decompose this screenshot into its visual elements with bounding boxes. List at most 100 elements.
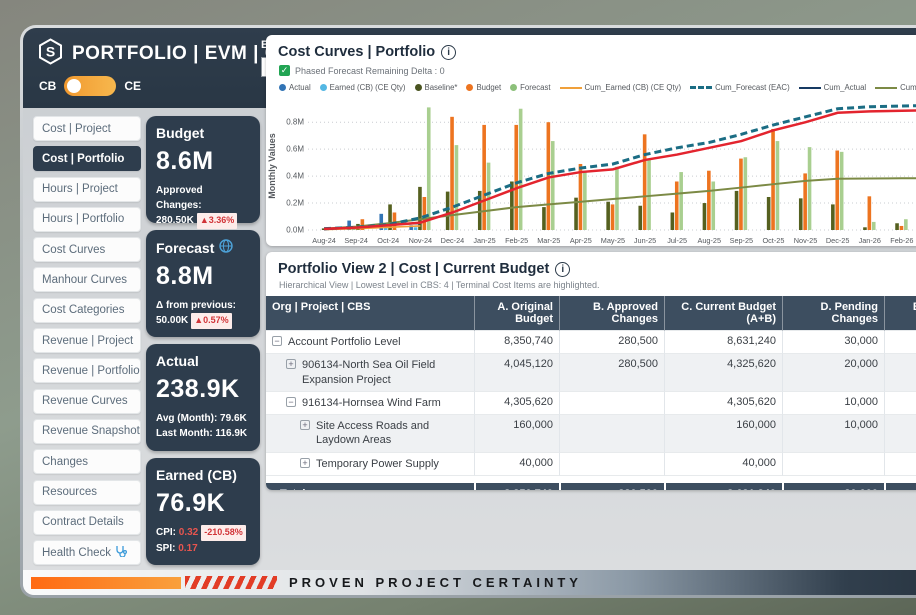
table-row[interactable]: −Account Portfolio Level8,350,740280,500… <box>266 331 916 354</box>
org-project-cbs-cell: −916134-Hornsea Wind Farm <box>266 392 474 415</box>
legend-item[interactable]: Cum_Forecast (EAC) <box>690 83 790 92</box>
chart-title: Cost Curves | Portfolio <box>278 44 435 60</box>
cost-curves-chart[interactable]: 0.0M0.2M0.4M0.6M0.8MMonthly ValuesAug-24… <box>266 96 916 246</box>
cb-ce-toggle[interactable] <box>64 76 116 96</box>
table-row[interactable]: +Site Access Roads and Laydown Areas160,… <box>266 415 916 453</box>
sidebar-item-label: Hours | Portfolio <box>42 213 124 225</box>
bar-forecast <box>840 152 844 230</box>
kpi-title: Actual <box>156 353 250 369</box>
legend-item[interactable]: Earned (CB) (CE Qty) <box>320 83 406 92</box>
collapse-icon[interactable]: − <box>286 397 296 407</box>
sidebar-item-hours-portfolio[interactable]: Hours | Portfolio <box>33 207 141 232</box>
footer-stripes <box>185 576 277 589</box>
legend-marker <box>690 86 712 89</box>
legend-label: Cum_Forecast (EAC) <box>715 83 790 92</box>
sidebar-item-health-check[interactable]: Health Check <box>33 540 141 565</box>
sidebar-nav: Cost | Project Cost | Portfolio Hours | Pr… <box>33 116 141 570</box>
sidebar-item-cost-curves[interactable]: Cost Curves <box>33 237 141 262</box>
table-row[interactable]: −916134-Hornsea Wind Farm4,305,6204,305,… <box>266 392 916 415</box>
bar-baseline- <box>735 191 739 230</box>
legend-item[interactable]: Cum_Earned (CB) (CE Qty) <box>560 83 682 92</box>
svg-text:Dec-24: Dec-24 <box>441 236 465 245</box>
svg-text:Aug-25: Aug-25 <box>697 236 721 245</box>
org-project-cbs-cell: + Site Access Roads and Laydown Areas <box>266 415 474 453</box>
bar-forecast <box>487 163 491 230</box>
bar-earned-cb-ce-qty- <box>414 227 418 230</box>
sidebar-item-cost-project[interactable]: Cost | Project <box>33 116 141 141</box>
sidebar-item-revenue-project[interactable]: Revenue | Project <box>33 328 141 353</box>
sidebar-item-changes[interactable]: Changes <box>33 449 141 474</box>
column-header: A. Original Budget <box>474 296 559 331</box>
legend-marker <box>799 87 821 89</box>
bar-baseline- <box>671 212 675 230</box>
checkbox-checked-icon[interactable]: ✓ <box>279 65 290 76</box>
legend-item[interactable]: Forecast <box>510 83 550 92</box>
footer-orange-bar <box>31 577 181 589</box>
kpi-delta-badge: ▲0.57% <box>191 313 231 329</box>
svg-text:Sep-24: Sep-24 <box>344 236 368 245</box>
svg-text:Sep-25: Sep-25 <box>730 236 754 245</box>
sidebar-item-hours-project[interactable]: Hours | Project <box>33 177 141 202</box>
sidebar-item-revenue-portfolio[interactable]: Revenue | Portfolio <box>33 358 141 383</box>
info-icon[interactable]: i <box>555 262 570 277</box>
legend-item[interactable]: Actual <box>279 83 311 92</box>
info-icon[interactable]: i <box>441 45 456 60</box>
expand-icon[interactable]: + <box>300 458 310 468</box>
approved-changes-cell <box>559 415 664 453</box>
legend-item[interactable]: Cum_Baseline* <box>875 83 916 92</box>
bar-budget <box>514 125 518 230</box>
svg-text:Jul-25: Jul-25 <box>667 236 687 245</box>
bar-baseline- <box>638 206 642 230</box>
bar-budget <box>739 159 743 230</box>
svg-text:0.2M: 0.2M <box>286 199 304 208</box>
sidebar-item-cost-portfolio[interactable]: Cost | Portfolio <box>33 146 141 171</box>
table-row[interactable]: +906134-North Sea Oil Field Expansion Pr… <box>266 354 916 392</box>
legend-item[interactable]: Budget <box>466 83 501 92</box>
sidebar-item-revenue-curves[interactable]: Revenue Curves <box>33 389 141 414</box>
pending-changes-cell <box>782 453 884 476</box>
original-budget-cell: 4,305,620 <box>474 392 559 415</box>
pending-changes-cell: 10,000 <box>782 392 884 415</box>
globe-icon <box>219 239 233 256</box>
projected-cell <box>884 392 916 415</box>
current-budget-cell: 4,325,620 <box>664 354 782 392</box>
bar-forecast <box>647 159 651 230</box>
legend-marker <box>415 84 422 91</box>
sidebar-item-revenue-snapshot[interactable]: Revenue Snapshot <box>33 419 141 444</box>
budget-table: Org | Project | CBSA. Original BudgetB. … <box>266 296 916 490</box>
current-budget-cell: 40,000 <box>664 453 782 476</box>
kpi-title: Earned (CB) <box>156 467 250 483</box>
row-label: Site Access Roads and Laydown Areas <box>316 419 468 448</box>
kpi-sub-value: 50.00K <box>156 315 188 326</box>
projected-cell <box>884 354 916 392</box>
kpi-value: 238.9K <box>156 375 250 404</box>
current-budget-cell: 4,305,620 <box>664 392 782 415</box>
bar-budget <box>868 196 872 230</box>
expand-icon[interactable]: + <box>300 420 310 430</box>
table-row[interactable]: +Temporary Power Supply40,00040,000 <box>266 453 916 476</box>
bar-baseline- <box>799 198 803 230</box>
cpi-badge: -210.58% <box>201 525 246 541</box>
svg-text:May-25: May-25 <box>601 236 625 245</box>
legend-item[interactable]: Baseline* <box>415 83 458 92</box>
sidebar-item-label: Manhour Curves <box>42 274 127 286</box>
expand-icon[interactable]: + <box>286 359 296 369</box>
sidebar-item-contract-details[interactable]: Contract Details <box>33 510 141 535</box>
sidebar-item-label: Resources <box>42 486 97 498</box>
table-total-row: Total8,350,740280,5008,631,24030,000 <box>266 483 916 490</box>
sidebar-item-manhour-curves[interactable]: Manhour Curves <box>33 267 141 292</box>
cpi-label: CPI: <box>156 527 176 538</box>
svg-text:Feb-26: Feb-26 <box>890 236 913 245</box>
bar-forecast <box>427 107 431 230</box>
collapse-icon[interactable]: − <box>272 336 282 346</box>
approved-changes-cell <box>559 392 664 415</box>
column-header: B. Approved Changes <box>559 296 664 331</box>
bar-forecast <box>872 222 876 230</box>
legend-item[interactable]: Cum_Actual <box>799 83 866 92</box>
sidebar-item-label: Contract Details <box>42 516 124 528</box>
bar-forecast <box>455 145 459 230</box>
sidebar-item-label: Cost Curves <box>42 244 105 256</box>
toggle-knob[interactable] <box>67 79 81 93</box>
sidebar-item-cost-categories[interactable]: Cost Categories <box>33 298 141 323</box>
sidebar-item-resources[interactable]: Resources <box>33 480 141 505</box>
